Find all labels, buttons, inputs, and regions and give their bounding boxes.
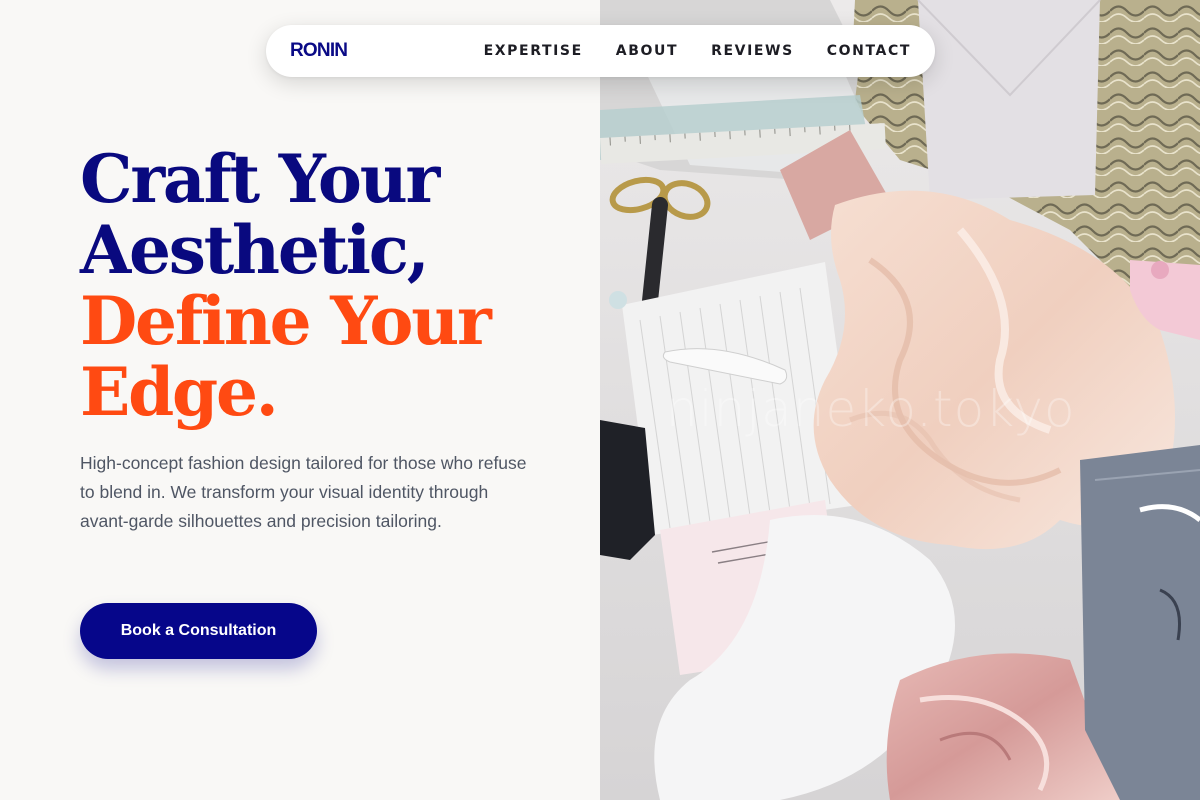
nav-link-about[interactable]: ABOUT [616, 43, 678, 59]
hero-image: ninjaneko.tokyo [600, 0, 1200, 800]
hero-description: High-concept fashion design tailored for… [80, 453, 527, 531]
headline-line-1: Craft Your [80, 140, 440, 218]
logo[interactable]: RONIN [290, 40, 348, 62]
top-navigation: RONIN EXPERTISE ABOUT REVIEWS CONTACT [266, 25, 935, 77]
nav-link-contact[interactable]: CONTACT [827, 43, 911, 59]
hero-headline: Craft Your Aesthetic, Define Your Edge. [80, 144, 560, 428]
headline-line-2: Aesthetic, [80, 211, 430, 289]
hero-copy: Craft Your Aesthetic, Define Your Edge. … [80, 144, 560, 536]
nav-link-reviews[interactable]: REVIEWS [711, 43, 794, 59]
headline-line-3: Define Your [80, 282, 492, 360]
image-watermark: ninjaneko.tokyo [666, 380, 1076, 438]
nav-link-expertise[interactable]: EXPERTISE [484, 43, 583, 59]
book-consultation-button[interactable]: Book a Consultation [80, 603, 317, 659]
headline-line-4: Edge. [80, 353, 279, 431]
nav-links: EXPERTISE ABOUT REVIEWS CONTACT [484, 43, 911, 59]
